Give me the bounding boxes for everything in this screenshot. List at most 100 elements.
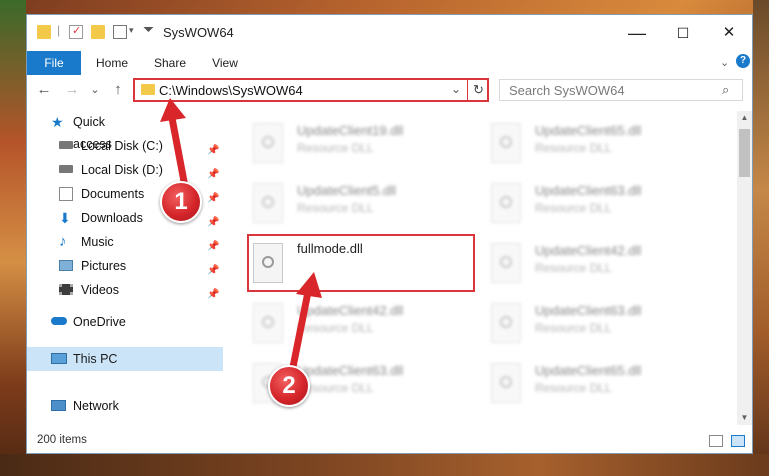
address-path[interactable]: C:\Windows\SysWOW64 <box>159 83 303 98</box>
maximize-button[interactable]: ☐ <box>660 15 706 51</box>
sidebar-item-this-pc[interactable]: This PC <box>27 347 223 371</box>
sidebar-item-pictures[interactable]: Pictures 📌 <box>59 255 223 277</box>
star-icon: ★ <box>51 114 64 130</box>
sidebar-item-label: Local Disk (C:) <box>81 139 163 153</box>
scroll-thumb[interactable] <box>739 129 750 177</box>
file-name: UpdateClient42.dll <box>297 303 404 318</box>
file-item[interactable]: UpdateClient63.dll Resource DLL <box>485 299 715 351</box>
file-item[interactable]: UpdateClient65.dll Resource DLL <box>485 359 715 411</box>
scroll-down-icon[interactable]: ▼ <box>737 411 752 425</box>
pictures-icon <box>59 260 73 271</box>
folder-icon <box>141 84 155 95</box>
file-type: Resource DLL <box>297 141 374 155</box>
search-box[interactable]: Search SysWOW64 ⌕ <box>499 79 743 101</box>
search-icon: ⌕ <box>722 82 730 97</box>
help-icon[interactable]: ? <box>736 54 750 68</box>
title-bar: | ✓ ▾ ⏷ SysWOW64 — ☐ ✕ <box>27 15 752 51</box>
item-count: 200 items <box>37 434 87 446</box>
sidebar-item-music[interactable]: ♪ Music 📌 <box>59 231 223 253</box>
callout-step-1: 1 <box>160 181 202 223</box>
sidebar-item-label: Videos <box>81 283 119 297</box>
dll-file-icon <box>491 303 521 343</box>
status-bar: 200 items <box>27 429 752 453</box>
large-icons-view-icon[interactable] <box>731 435 745 447</box>
film-icon <box>59 284 73 295</box>
tab-file[interactable]: File <box>27 51 81 75</box>
navigation-bar: ← → ⌄ ↑ C:\Windows\SysWOW64 ⌄ ↻ Search S… <box>27 75 752 105</box>
recent-locations-button[interactable]: ⌄ <box>89 81 101 99</box>
sidebar-item-label: Local Disk (D:) <box>81 163 163 177</box>
sidebar-item-label: Documents <box>81 187 145 201</box>
toolbar-dropdown-icon[interactable]: ▾ <box>129 25 134 36</box>
file-name: UpdateClient5.dll <box>297 183 397 198</box>
computer-icon <box>51 353 67 364</box>
cloud-icon <box>51 317 67 325</box>
file-name: UpdateClient63.dll <box>535 183 642 198</box>
sidebar-item-local-disk-d[interactable]: Local Disk (D:) 📌 <box>59 159 223 181</box>
up-button[interactable]: ↑ <box>109 81 127 99</box>
scroll-up-icon[interactable]: ▲ <box>737 111 752 125</box>
navigation-pane: ★ Quick access Local Disk (C:) 📌 Local D… <box>27 111 223 421</box>
file-name: UpdateClient65.dll <box>535 123 642 138</box>
file-type: Resource DLL <box>535 321 612 335</box>
window-title: SysWOW64 <box>163 25 234 40</box>
file-name: UpdateClient65.dll <box>535 363 642 378</box>
file-item[interactable]: UpdateClient19.dll Resource DLL <box>247 119 477 171</box>
file-highlight-annotation <box>247 234 475 292</box>
back-button[interactable]: ← <box>35 81 53 99</box>
file-item[interactable]: UpdateClient63.dll Resource DLL <box>485 179 715 231</box>
customize-toolbar-icon[interactable] <box>113 25 127 39</box>
dll-file-icon <box>491 243 521 283</box>
network-icon <box>51 400 66 411</box>
properties-icon[interactable]: ✓ <box>69 25 83 39</box>
forward-button[interactable]: → <box>63 81 81 99</box>
sidebar-item-label: Music <box>81 235 114 249</box>
drive-icon <box>59 165 73 173</box>
file-item[interactable]: UpdateClient42.dll Resource DLL <box>247 299 477 351</box>
dll-file-icon <box>491 183 521 223</box>
sidebar-item-label: Downloads <box>81 211 143 225</box>
file-item[interactable]: UpdateClient5.dll Resource DLL <box>247 179 477 231</box>
download-arrow-icon: ⬇ <box>59 210 71 226</box>
new-folder-icon[interactable] <box>91 25 105 39</box>
file-type: Resource DLL <box>535 381 612 395</box>
file-item[interactable]: UpdateClient65.dll Resource DLL <box>485 119 715 171</box>
callout-step-2: 2 <box>268 365 310 407</box>
search-input[interactable]: Search SysWOW64 <box>509 83 625 98</box>
file-name: UpdateClient19.dll <box>297 123 404 138</box>
sidebar-item-label: Network <box>73 399 119 413</box>
tab-home[interactable]: Home <box>87 51 137 75</box>
quick-access-toolbar-menu-icon[interactable]: ⏷ <box>143 21 154 38</box>
address-divider <box>467 79 468 101</box>
minimize-button[interactable]: — <box>614 15 660 51</box>
separator: | <box>57 23 61 37</box>
file-type: Resource DLL <box>297 321 374 335</box>
close-button[interactable]: ✕ <box>706 15 752 51</box>
dll-file-icon <box>491 363 521 403</box>
dll-file-icon <box>253 183 283 223</box>
ribbon-tabs: File Home Share View ⌄ ? <box>27 51 752 76</box>
sidebar-item-local-disk-c[interactable]: Local Disk (C:) 📌 <box>59 135 223 157</box>
desktop-background-bottom <box>0 454 769 476</box>
file-name: UpdateClient63.dll <box>535 303 642 318</box>
address-bar[interactable]: C:\Windows\SysWOW64 ⌄ ↻ <box>133 78 489 102</box>
file-name: UpdateClient63.dll <box>297 363 404 378</box>
details-view-icon[interactable] <box>709 435 723 447</box>
file-type: Resource DLL <box>535 201 612 215</box>
file-type: Resource DLL <box>535 141 612 155</box>
folder-icon <box>37 25 51 39</box>
file-item[interactable]: UpdateClient42.dll Resource DLL <box>485 239 715 291</box>
sidebar-item-videos[interactable]: Videos 📌 <box>59 279 223 301</box>
dll-file-icon <box>253 303 283 343</box>
vertical-scrollbar[interactable]: ▲ ▼ <box>737 111 752 425</box>
tab-view[interactable]: View <box>203 51 247 75</box>
address-dropdown-icon[interactable]: ⌄ <box>451 82 461 96</box>
file-explorer-window: | ✓ ▾ ⏷ SysWOW64 — ☐ ✕ File Home Share V… <box>26 14 753 454</box>
sidebar-item-label: This PC <box>73 352 118 366</box>
ribbon-expand-icon[interactable]: ⌄ <box>720 56 729 69</box>
file-type: Resource DLL <box>297 201 374 215</box>
pin-icon[interactable]: 📌 <box>207 284 219 306</box>
refresh-icon[interactable]: ↻ <box>473 82 484 98</box>
documents-icon <box>59 187 73 201</box>
tab-share[interactable]: Share <box>145 51 195 75</box>
